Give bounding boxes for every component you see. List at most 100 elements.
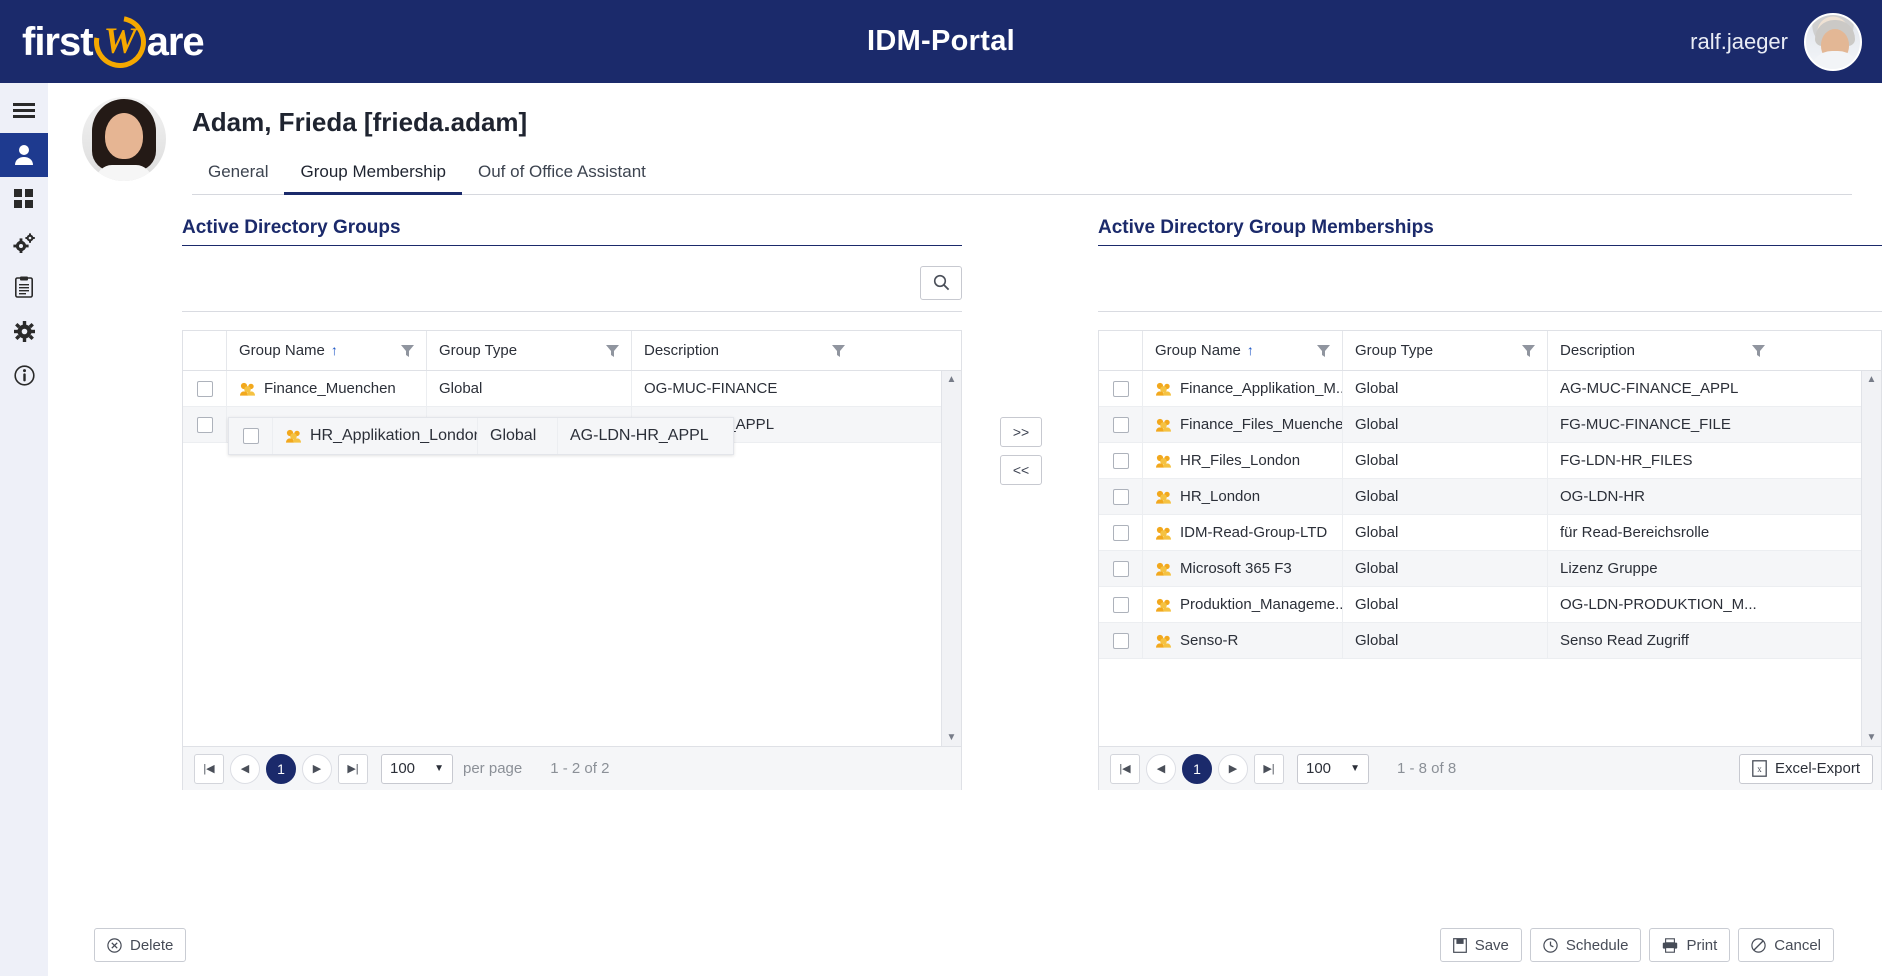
user-account-area[interactable]: ralf.jaeger xyxy=(1690,0,1862,83)
pager-last-button[interactable]: ▶| xyxy=(1254,753,1284,784)
search-icon xyxy=(933,274,949,291)
row-checkbox-cell[interactable] xyxy=(1099,515,1143,550)
vertical-scrollbar[interactable]: ▲ ▼ xyxy=(941,371,961,746)
row-checkbox-cell[interactable] xyxy=(1099,443,1143,478)
sidebar-item-info[interactable] xyxy=(0,353,48,397)
per-page-select[interactable]: 100 ▼ xyxy=(381,753,453,784)
table-row[interactable]: Finance_Muenchen Global OG-MUC-FINANCE xyxy=(183,371,961,407)
pager-first-button[interactable]: |◀ xyxy=(194,753,224,784)
group-icon xyxy=(1155,454,1172,468)
move-right-button[interactable]: >> xyxy=(1000,417,1042,447)
pager-first-button[interactable]: |◀ xyxy=(1110,753,1140,784)
table-row[interactable]: Produktion_Manageme... Global OG-LDN-PRODU… xyxy=(1099,587,1881,623)
membership-search-input[interactable] xyxy=(1098,267,1882,298)
table-row[interactable]: HR_Files_London Global FG-LDN-HR_FILES xyxy=(1099,443,1881,479)
header-group-name[interactable]: Group Name ↑ xyxy=(1143,331,1343,370)
sidebar-item-settings[interactable] xyxy=(0,309,48,353)
cell-description: OG-LDN-PRODUKTION_M... xyxy=(1560,596,1757,613)
right-search-row xyxy=(1098,254,1882,312)
pager-page-1-button[interactable]: 1 xyxy=(1182,753,1212,784)
row-checkbox-cell[interactable] xyxy=(183,371,227,406)
row-checkbox-cell[interactable] xyxy=(1099,371,1143,406)
cell-description: für Read-Bereichsrolle xyxy=(1560,524,1710,541)
table-row[interactable]: Senso-R Global Senso Read Zugriff xyxy=(1099,623,1881,659)
header-group-name-label: Group Name xyxy=(239,342,325,359)
right-panel-title: Active Directory Group Memberships xyxy=(1098,217,1882,246)
group-name-text: Produktion_Manageme... xyxy=(1180,596,1343,613)
group-name-text: HR_Files_London xyxy=(1180,452,1301,469)
group-name-text: Microsoft 365 F3 xyxy=(1180,560,1292,577)
vertical-scrollbar[interactable]: ▲ ▼ xyxy=(1861,371,1881,746)
scroll-up-icon[interactable]: ▲ xyxy=(1867,374,1877,385)
per-page-label: per page xyxy=(463,760,523,777)
row-checkbox-cell[interactable] xyxy=(1099,551,1143,586)
header-description[interactable]: Description xyxy=(1548,331,1777,370)
cell-group-type: Global xyxy=(1343,623,1548,658)
drag-group-name-text: HR_Applikation_London xyxy=(310,427,478,444)
print-button[interactable]: Print xyxy=(1649,928,1731,962)
group-icon xyxy=(1155,526,1172,540)
pager-next-button[interactable]: ▶ xyxy=(1218,753,1248,784)
pager-last-button[interactable]: ▶| xyxy=(338,753,368,784)
scroll-up-icon[interactable]: ▲ xyxy=(947,374,957,385)
cell-description: AG-MUC-FINANCE_APPL xyxy=(1560,380,1739,397)
drag-preview-row[interactable]: HR_Applikation_London Global AG-LDN-HR_A… xyxy=(228,417,734,455)
drag-cell-group-name: HR_Applikation_London xyxy=(273,418,478,454)
cancel-prohibit-icon xyxy=(1751,937,1766,953)
save-button[interactable]: Save xyxy=(1439,928,1522,962)
header-description[interactable]: Description xyxy=(632,331,857,370)
tab-group-membership[interactable]: Group Membership xyxy=(284,156,462,195)
table-row[interactable]: IDM-Read-Group-LTD Global für Read-Bereich… xyxy=(1099,515,1881,551)
sidebar-item-menu[interactable] xyxy=(0,89,48,133)
row-checkbox-cell[interactable] xyxy=(1099,623,1143,658)
pager-next-button[interactable]: ▶ xyxy=(302,753,332,784)
group-icon xyxy=(285,429,302,443)
table-row[interactable]: Finance_Applikation_M... Global AG-MUC-FIN… xyxy=(1099,371,1881,407)
user-avatar[interactable] xyxy=(1804,12,1862,71)
sidebar-item-users[interactable] xyxy=(0,133,48,177)
pager-prev-button[interactable]: ◀ xyxy=(230,753,260,784)
header-group-type[interactable]: Group Type xyxy=(1343,331,1548,370)
row-checkbox-cell[interactable] xyxy=(183,407,227,442)
schedule-button[interactable]: Schedule xyxy=(1529,928,1642,962)
per-page-select[interactable]: 100 ▼ xyxy=(1297,753,1369,784)
clipboard-icon xyxy=(15,276,33,298)
page-title: Adam, Frieda [frieda.adam] xyxy=(192,107,528,137)
drag-row-checkbox-cell[interactable] xyxy=(229,418,273,454)
cancel-button[interactable]: Cancel xyxy=(1738,928,1834,962)
move-left-button[interactable]: << xyxy=(1000,455,1042,485)
right-pager: |◀ ◀ 1 ▶ ▶| 100 ▼ 1 - 8 of 8 x Excel-Exp… xyxy=(1099,746,1881,790)
tab-out-of-office-assistant[interactable]: Ouf of Office Assistant xyxy=(462,156,662,195)
search-button[interactable] xyxy=(920,265,962,300)
table-row[interactable]: Microsoft 365 F3 Global Lizenz Gruppe xyxy=(1099,551,1881,587)
info-icon xyxy=(13,364,35,386)
delete-button[interactable]: Delete xyxy=(94,928,187,962)
pager-prev-button[interactable]: ◀ xyxy=(1146,753,1176,784)
tab-general[interactable]: General xyxy=(192,156,284,195)
filter-funnel-icon xyxy=(1522,344,1535,357)
top-header-bar: first Ware IDM-Portal ralf.jaeger xyxy=(0,0,1882,83)
sidebar-item-tasks[interactable] xyxy=(0,265,48,309)
grid-body: Finance_Applikation_M... Global AG-MUC-FIN… xyxy=(1099,371,1881,746)
sidebar-item-processes[interactable] xyxy=(0,221,48,265)
header-group-type-label: Group Type xyxy=(1355,342,1434,359)
logo-w-letter: W xyxy=(103,21,137,62)
row-checkbox-cell[interactable] xyxy=(1099,587,1143,622)
header-select-all[interactable] xyxy=(183,331,227,370)
header-group-name[interactable]: Group Name ↑ xyxy=(227,331,427,370)
search-input[interactable] xyxy=(182,267,910,298)
cell-description: FG-MUC-FINANCE_FILE xyxy=(1560,416,1731,433)
table-row[interactable]: Finance_Files_Muenchen Global FG-MUC-FINAN… xyxy=(1099,407,1881,443)
scroll-down-icon[interactable]: ▼ xyxy=(1867,732,1877,743)
pager-page-1-button[interactable]: 1 xyxy=(266,753,296,784)
row-checkbox-cell[interactable] xyxy=(1099,479,1143,514)
header-group-type[interactable]: Group Type xyxy=(427,331,632,370)
sidebar-item-dashboard[interactable] xyxy=(0,177,48,221)
firstware-logo[interactable]: first Ware xyxy=(22,5,205,78)
drag-cell-group-type: Global xyxy=(478,418,558,454)
table-row[interactable]: HR_London Global OG-LDN-HR xyxy=(1099,479,1881,515)
excel-export-button[interactable]: x Excel-Export xyxy=(1738,753,1873,784)
row-checkbox-cell[interactable] xyxy=(1099,407,1143,442)
header-select-all[interactable] xyxy=(1099,331,1143,370)
scroll-down-icon[interactable]: ▼ xyxy=(947,732,957,743)
